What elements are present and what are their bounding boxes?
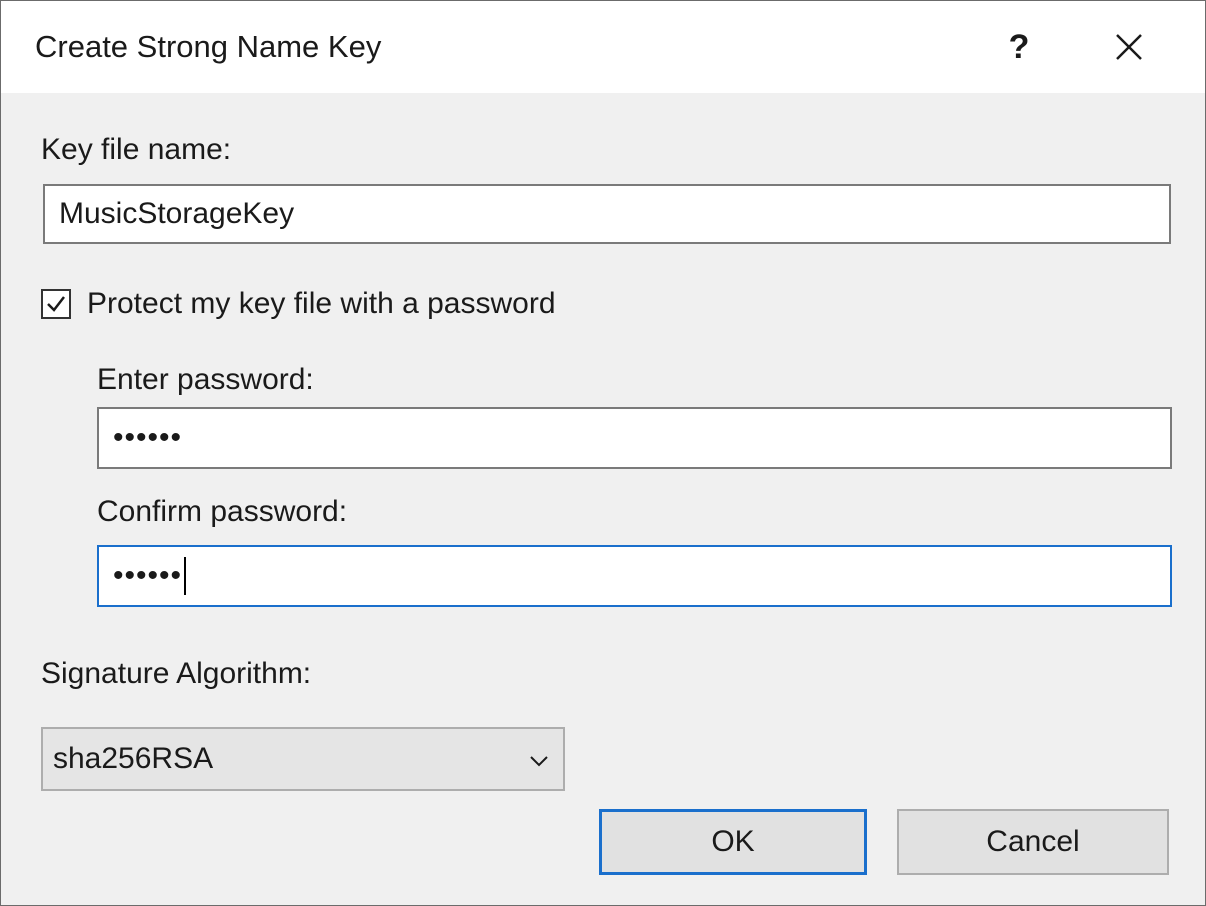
title-bar: Create Strong Name Key ? (1, 1, 1205, 93)
confirm-password-value: •••••• (113, 559, 183, 592)
key-file-name-label: Key file name: (41, 133, 232, 166)
key-file-name-input[interactable]: MusicStorageKey (43, 184, 1171, 244)
protect-password-checkbox[interactable] (41, 289, 71, 319)
help-button[interactable]: ? (991, 15, 1047, 79)
chevron-down-icon (530, 756, 548, 767)
protect-password-label: Protect my key file with a password (87, 287, 556, 320)
enter-password-value: •••••• (113, 421, 183, 454)
confirm-password-input[interactable]: •••••• (97, 545, 1172, 607)
signature-algorithm-select[interactable]: sha256RSA (41, 727, 565, 791)
confirm-password-label: Confirm password: (97, 495, 348, 528)
dialog-title: Create Strong Name Key (35, 29, 382, 64)
enter-password-input[interactable]: •••••• (97, 407, 1172, 469)
close-button[interactable] (1093, 15, 1165, 79)
create-strong-name-key-dialog: Create Strong Name Key ? Key file name: … (0, 0, 1206, 906)
signature-algorithm-label: Signature Algorithm: (41, 657, 312, 690)
key-file-name-value: MusicStorageKey (59, 197, 295, 230)
dialog-content: Key file name: MusicStorageKey Protect m… (1, 93, 1205, 905)
ok-button[interactable]: OK (599, 809, 867, 875)
close-icon (1116, 34, 1142, 60)
signature-algorithm-value: sha256RSA (53, 742, 214, 775)
text-caret (184, 557, 187, 595)
cancel-button[interactable]: Cancel (897, 809, 1169, 875)
enter-password-label: Enter password: (97, 363, 314, 396)
checkmark-icon (47, 296, 65, 312)
